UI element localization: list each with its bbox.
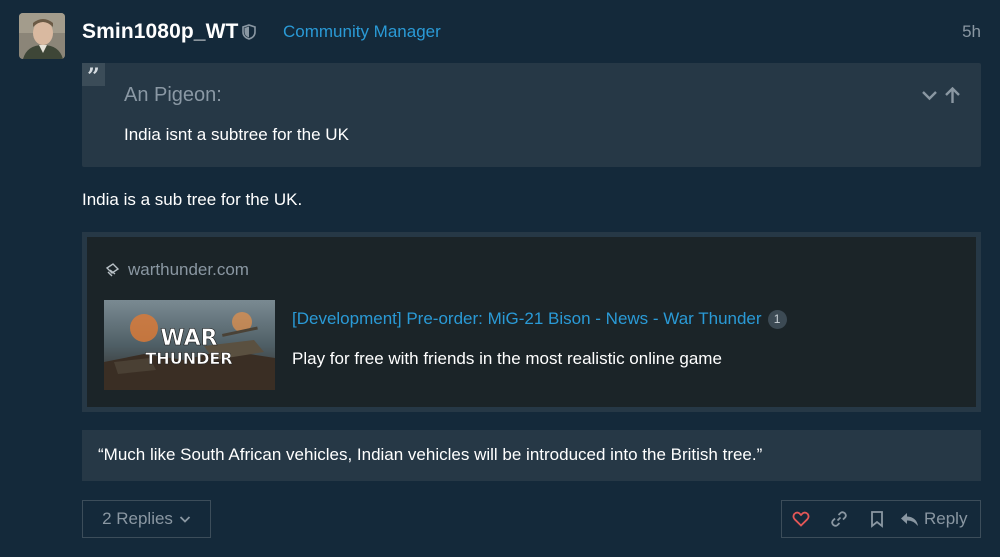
bookmark-icon (871, 511, 883, 528)
username[interactable]: Smin1080p_WT (82, 20, 238, 44)
reply-icon (901, 512, 918, 526)
quote-controls (921, 87, 961, 104)
link-icon (831, 511, 847, 527)
quote-text: India isnt a subtree for the UK (124, 125, 349, 144)
link-preview-domain[interactable]: warthunder.com (128, 260, 249, 280)
quote-block: ” An Pigeon: India isnt a subtree for th… (82, 63, 981, 167)
quote-icon: ” (82, 63, 105, 90)
arrow-up-icon[interactable] (944, 87, 961, 104)
heart-icon (792, 511, 810, 527)
copy-link-button[interactable] (820, 501, 858, 537)
thumbnail-logo-line1: WAR (160, 326, 217, 351)
blockquote-text: “Much like South African vehicles, India… (98, 445, 763, 464)
avatar[interactable] (19, 13, 65, 59)
shield-icon (242, 24, 256, 40)
click-count-badge: 1 (767, 309, 787, 329)
bookmark-button[interactable] (858, 501, 896, 537)
chevron-down-icon[interactable] (921, 87, 938, 104)
post-actions: Reply (781, 500, 981, 538)
user-title: Community Manager (283, 22, 441, 41)
chevron-down-icon (179, 516, 191, 523)
link-preview-title[interactable]: [Development] Pre-order: MiG-21 Bison - … (292, 309, 787, 329)
post-body: India is a sub tree for the UK. (82, 190, 303, 209)
thumbnail-logo-line2: THUNDER (145, 349, 232, 368)
link-preview: warthunder.com WAR THUNDER [Development]… (82, 232, 981, 412)
blockquote: “Much like South African vehicles, India… (82, 430, 981, 481)
link-preview-title-text[interactable]: [Development] Pre-order: MiG-21 Bison - … (292, 309, 762, 329)
reply-label: Reply (924, 509, 968, 528)
link-preview-description: Play for free with friends in the most r… (292, 349, 722, 368)
like-button[interactable] (782, 501, 820, 537)
post-date[interactable]: 5h (962, 22, 981, 42)
show-replies-button[interactable]: 2 Replies (82, 500, 211, 538)
favicon-icon (105, 262, 120, 276)
quote-author: An Pigeon: (124, 84, 222, 106)
link-preview-source[interactable]: warthunder.com (105, 260, 249, 280)
link-preview-thumbnail[interactable]: WAR THUNDER (104, 300, 275, 390)
reply-button[interactable]: Reply (896, 509, 967, 529)
replies-label: 2 Replies (102, 509, 173, 528)
